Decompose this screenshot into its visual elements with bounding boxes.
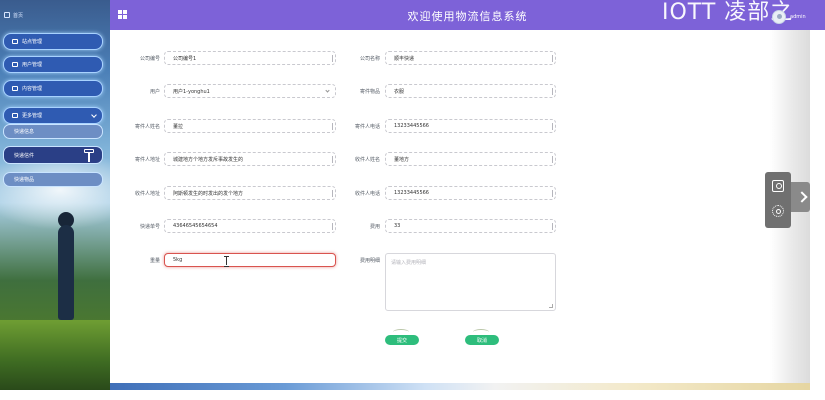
- sender-address-value: 城建地方个地方发斥事故发生的: [173, 156, 244, 163]
- fee-value: 33: [394, 223, 401, 229]
- sidebar: 首页 站点管理 用户管理 内容管理 更多管理 快递信息 快递信件 快递物品: [0, 0, 110, 390]
- footer-decoration: [110, 383, 810, 390]
- home-label: 首页: [13, 12, 24, 19]
- company-name-value: 顺丰快递: [394, 55, 415, 62]
- weight-value: 5kg: [173, 257, 183, 263]
- label-receiver-addr: 收件人地址: [134, 191, 160, 197]
- home-icon: [4, 12, 10, 18]
- user-icon: [12, 62, 18, 67]
- item-name-value: 衣服: [394, 88, 405, 95]
- sidebar-item-label: 内容管理: [22, 86, 43, 92]
- label-weight: 重量: [149, 258, 160, 264]
- label-sender-addr: 寄件人地址: [134, 157, 160, 163]
- company-name-input[interactable]: 顺丰快递: [385, 51, 556, 65]
- home-link[interactable]: 首页: [4, 8, 23, 22]
- receiver-address-input[interactable]: 阿斯顿发生的时发出的发个地方: [164, 186, 336, 200]
- label-user: 用户: [149, 89, 160, 95]
- sender-phone-input[interactable]: 13233445566: [385, 119, 556, 133]
- company-no-value: 公司编号1: [173, 55, 197, 62]
- resize-grip-icon[interactable]: [549, 304, 553, 308]
- fee-detail-placeholder: 请输入费用明细: [391, 260, 427, 266]
- sidebar-subitem-express-letter[interactable]: 快递信件: [3, 146, 103, 164]
- sender-name-input[interactable]: 董拉: [164, 119, 336, 133]
- tie-icon: [84, 149, 94, 163]
- receiver-phone-value: 13233445566: [394, 190, 429, 196]
- sidebar-item-users[interactable]: 用户管理: [3, 56, 103, 73]
- text-cursor-icon: [224, 256, 230, 267]
- top-header: 欢迎使用物流信息系统 IOTT 凌部之 admin: [110, 0, 825, 30]
- sidebar-item-label: 用户管理: [22, 62, 43, 68]
- sidebar-item-content[interactable]: 内容管理: [3, 80, 103, 97]
- tracking-number-value: 43646545654654: [173, 223, 218, 229]
- receiver-name-input[interactable]: 董地方: [385, 152, 556, 166]
- receiver-phone-input[interactable]: 13233445566: [385, 186, 556, 200]
- user-select-value: 用户1-yonghu1: [173, 88, 210, 95]
- tracking-number-input[interactable]: 43646545654654: [164, 219, 336, 233]
- sidebar-item-site[interactable]: 站点管理: [3, 33, 103, 50]
- username[interactable]: admin: [790, 14, 806, 20]
- sidebar-subitem-express-goods[interactable]: 快递物品: [3, 172, 103, 187]
- label-item: 寄件物品: [359, 89, 380, 95]
- right-toolbar: [765, 172, 791, 228]
- label-company-no: 公司编号: [139, 56, 160, 62]
- label-fee: 费用: [369, 224, 380, 230]
- receiver-name-value: 董地方: [394, 156, 410, 163]
- sidebar-figure: [58, 225, 74, 320]
- sidebar-item-label: 更多管理: [22, 113, 43, 119]
- sidebar-subitem-express-info[interactable]: 快递信息: [3, 124, 103, 139]
- sidebar-subitem-label: 快递信件: [14, 152, 35, 159]
- submit-button[interactable]: 提交: [385, 335, 419, 345]
- app-root: 首页 站点管理 用户管理 内容管理 更多管理 快递信息 快递信件 快递物品 欢迎…: [0, 0, 825, 400]
- sender-address-input[interactable]: 城建地方个地方发斥事故发生的: [164, 152, 336, 166]
- fee-detail-textarea[interactable]: 请输入费用明细: [385, 253, 556, 311]
- sender-phone-value: 13233445566: [394, 123, 429, 129]
- chevron-down-icon: [91, 112, 97, 118]
- fee-input[interactable]: 33: [385, 219, 556, 233]
- company-no-input[interactable]: 公司编号1: [164, 51, 336, 65]
- item-name-input[interactable]: 衣服: [385, 84, 556, 98]
- label-sender-name: 寄件人姓名: [134, 124, 160, 130]
- label-tracking-no: 快递单号: [139, 224, 160, 230]
- sidebar-grass: [0, 320, 110, 390]
- label-sender-phone: 寄件人电话: [354, 124, 380, 130]
- user-select[interactable]: 用户1-yonghu1: [164, 84, 336, 98]
- site-icon: [12, 39, 18, 44]
- avatar[interactable]: [772, 10, 786, 24]
- sidebar-subitem-label: 快递物品: [14, 177, 35, 183]
- cancel-button[interactable]: 取消: [465, 335, 499, 345]
- label-fee-detail: 费用明细: [359, 258, 380, 264]
- sidebar-item-more[interactable]: 更多管理: [3, 107, 103, 124]
- chevron-down-icon: [325, 88, 330, 93]
- more-icon: [12, 113, 18, 118]
- label-receiver-name: 收件人姓名: [354, 157, 380, 163]
- weight-input[interactable]: 5kg: [164, 253, 336, 267]
- sidebar-subitem-label: 快递信息: [14, 129, 35, 135]
- sidebar-item-label: 站点管理: [22, 39, 43, 45]
- sender-name-value: 董拉: [173, 123, 184, 130]
- camera-icon[interactable]: [772, 180, 784, 192]
- content-icon: [12, 86, 18, 91]
- receiver-address-value: 阿斯顿发生的时发出的发个地方: [173, 190, 244, 197]
- label-receiver-phone: 收件人电话: [354, 191, 380, 197]
- label-company-name: 公司名称: [359, 56, 380, 62]
- gear-icon[interactable]: [772, 205, 784, 217]
